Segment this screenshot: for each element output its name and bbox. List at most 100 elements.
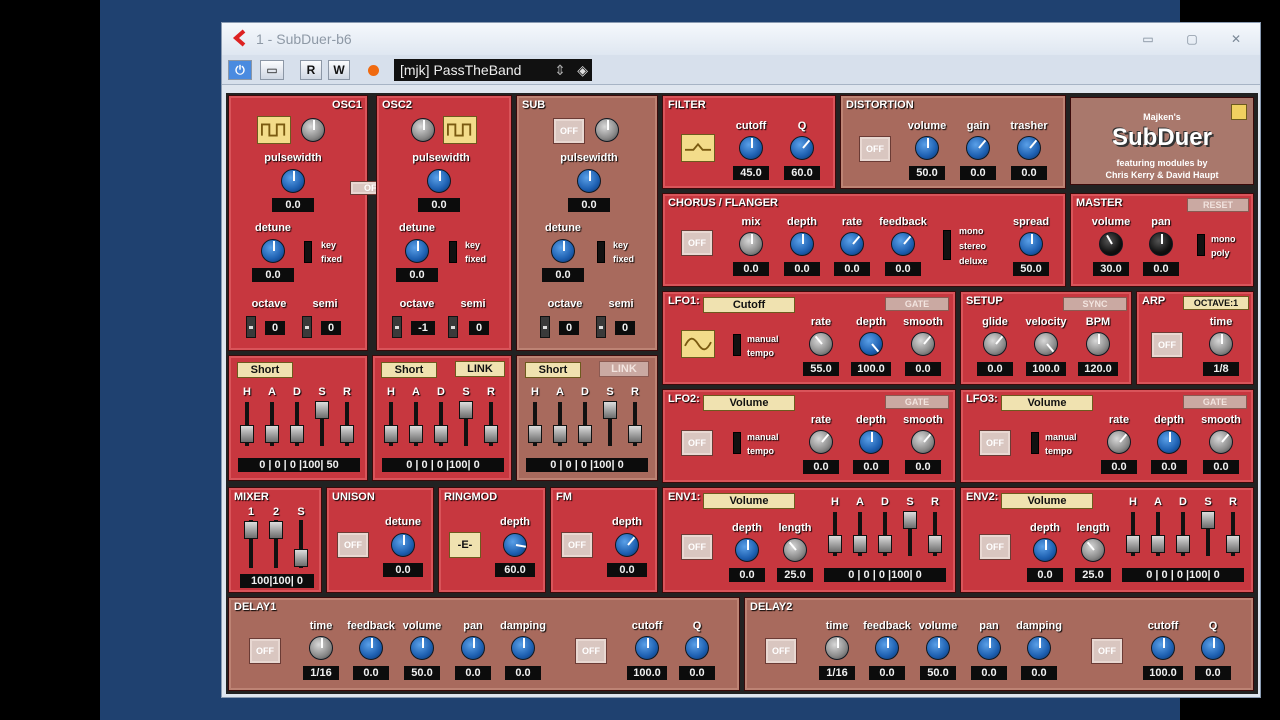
delay2-pan-knob[interactable] xyxy=(977,636,1001,660)
env_a-r-fader[interactable] xyxy=(340,425,354,443)
lfo3-rate-knob[interactable] xyxy=(1107,430,1131,454)
env_a-d-fader[interactable] xyxy=(290,425,304,443)
delay2-volume-knob[interactable] xyxy=(926,636,950,660)
env1-h-fader[interactable] xyxy=(828,535,842,553)
fm-depth-knob[interactable] xyxy=(615,533,639,557)
chorus-rate-knob[interactable] xyxy=(840,232,864,256)
preset-stepper-icon[interactable]: ⇕ xyxy=(554,59,566,81)
chorus-depth-knob[interactable] xyxy=(790,232,814,256)
osc2-shape-knob[interactable] xyxy=(411,118,435,142)
delay1-damping-knob[interactable] xyxy=(511,636,535,660)
setup-glide-knob[interactable] xyxy=(983,332,1007,356)
sub-octave-stepper[interactable] xyxy=(540,316,550,338)
chorus-feedback-knob[interactable] xyxy=(891,232,915,256)
osc1-semi-stepper[interactable] xyxy=(302,316,312,338)
osc2-detune-knob[interactable] xyxy=(405,239,429,263)
lfo1-manual-tempo-switch[interactable] xyxy=(733,334,741,356)
env1-off-button[interactable]: OFF xyxy=(681,534,713,560)
chorus-mode-switch[interactable] xyxy=(943,230,951,260)
arp-octave-select[interactable]: OCTAVE:1 xyxy=(1183,296,1249,310)
env-c-link-button[interactable]: LINK xyxy=(599,361,649,377)
env1-r-fader[interactable] xyxy=(928,535,942,553)
env_c-d-fader[interactable] xyxy=(578,425,592,443)
arp-time-knob[interactable] xyxy=(1209,332,1233,356)
sub-pulsewidth-knob[interactable] xyxy=(577,169,601,193)
distortion-volume-knob[interactable] xyxy=(915,136,939,160)
env2-d-fader[interactable] xyxy=(1176,535,1190,553)
lfo2-target-select[interactable]: Volume xyxy=(703,395,795,411)
maximize-icon[interactable]: ▢ xyxy=(1178,31,1206,47)
env2-length-knob[interactable] xyxy=(1081,538,1105,562)
mixer-ch-2-fader[interactable] xyxy=(269,521,283,539)
filter-q-knob[interactable] xyxy=(790,136,814,160)
chorus-off-button[interactable]: OFF xyxy=(681,230,713,256)
lfo3-target-select[interactable]: Volume xyxy=(1001,395,1093,411)
env2-target-select[interactable]: Volume xyxy=(1001,493,1093,509)
power-icon[interactable]: ⏻ xyxy=(228,60,252,80)
env_c-r-fader[interactable] xyxy=(628,425,642,443)
env2-h-fader[interactable] xyxy=(1126,535,1140,553)
osc1-shape-knob[interactable] xyxy=(301,118,325,142)
env2-s-fader[interactable] xyxy=(1201,511,1215,529)
read-button[interactable]: R xyxy=(300,60,322,80)
lfo3-smooth-knob[interactable] xyxy=(1209,430,1233,454)
sub-off-button[interactable]: OFF xyxy=(553,118,585,144)
mixer-ch-s-fader[interactable] xyxy=(294,549,308,567)
delay1-filter-off-button[interactable]: OFF xyxy=(575,638,607,664)
setup-sync-button[interactable]: SYNC xyxy=(1063,297,1127,311)
master-pan-knob[interactable] xyxy=(1149,232,1173,256)
arp-off-button[interactable]: OFF xyxy=(1151,332,1183,358)
master-volume-knob[interactable] xyxy=(1099,232,1123,256)
unison-off-button[interactable]: OFF xyxy=(337,532,369,558)
lfo3-off-button[interactable]: OFF xyxy=(979,430,1011,456)
env1-d-fader[interactable] xyxy=(878,535,892,553)
delay1-volume-knob[interactable] xyxy=(410,636,434,660)
env_c-a-fader[interactable] xyxy=(553,425,567,443)
env-a-mode-select[interactable]: Short xyxy=(237,362,293,378)
delay1-feedback-knob[interactable] xyxy=(359,636,383,660)
ringmod-depth-knob[interactable] xyxy=(503,533,527,557)
preset-selector[interactable]: [mjk] PassTheBand ⇕ ◈ xyxy=(394,59,592,81)
lfo1-smooth-knob[interactable] xyxy=(911,332,935,356)
lfo2-manual-tempo-switch[interactable] xyxy=(733,432,741,454)
osc1-detune-knob[interactable] xyxy=(261,239,285,263)
panel-icon[interactable]: ▭ xyxy=(260,60,284,80)
sub-semi-stepper[interactable] xyxy=(596,316,606,338)
osc1-octave-stepper[interactable] xyxy=(246,316,256,338)
setup-velocity-knob[interactable] xyxy=(1034,332,1058,356)
filter-type-icon[interactable] xyxy=(681,134,715,162)
write-button[interactable]: W xyxy=(328,60,350,80)
delay1-off-button[interactable]: OFF xyxy=(249,638,281,664)
osc2-key-fixed-switch[interactable] xyxy=(449,241,457,263)
lfo2-off-button[interactable]: OFF xyxy=(681,430,713,456)
env_c-s-fader[interactable] xyxy=(603,401,617,419)
env1-s-fader[interactable] xyxy=(903,511,917,529)
env1-target-select[interactable]: Volume xyxy=(703,493,795,509)
delay2-off-button[interactable]: OFF xyxy=(765,638,797,664)
env_b-a-fader[interactable] xyxy=(409,425,423,443)
env2-a-fader[interactable] xyxy=(1151,535,1165,553)
env1-length-knob[interactable] xyxy=(783,538,807,562)
delay2-q-knob[interactable] xyxy=(1201,636,1225,660)
env1-depth-knob[interactable] xyxy=(735,538,759,562)
env-c-mode-select[interactable]: Short xyxy=(525,362,581,378)
lfo3-gate-button[interactable]: GATE xyxy=(1183,395,1247,409)
env1-a-fader[interactable] xyxy=(853,535,867,553)
env_b-d-fader[interactable] xyxy=(434,425,448,443)
lfo2-gate-button[interactable]: GATE xyxy=(885,395,949,409)
lfo3-depth-knob[interactable] xyxy=(1157,430,1181,454)
distortion-gain-knob[interactable] xyxy=(966,136,990,160)
osc2-semi-stepper[interactable] xyxy=(448,316,458,338)
delay1-cutoff-knob[interactable] xyxy=(635,636,659,660)
env2-depth-knob[interactable] xyxy=(1033,538,1057,562)
env-b-link-button[interactable]: LINK xyxy=(455,361,505,377)
master-mono-poly-switch[interactable] xyxy=(1197,234,1205,256)
chorus-mix-knob[interactable] xyxy=(739,232,763,256)
delay2-damping-knob[interactable] xyxy=(1027,636,1051,660)
env_b-r-fader[interactable] xyxy=(484,425,498,443)
preset-menu-icon[interactable]: ◈ xyxy=(577,59,588,81)
master-reset-button[interactable]: RESET xyxy=(1187,198,1249,212)
lfo1-target-select[interactable]: Cutoff xyxy=(703,297,795,313)
env_b-h-fader[interactable] xyxy=(384,425,398,443)
env_a-s-fader[interactable] xyxy=(315,401,329,419)
